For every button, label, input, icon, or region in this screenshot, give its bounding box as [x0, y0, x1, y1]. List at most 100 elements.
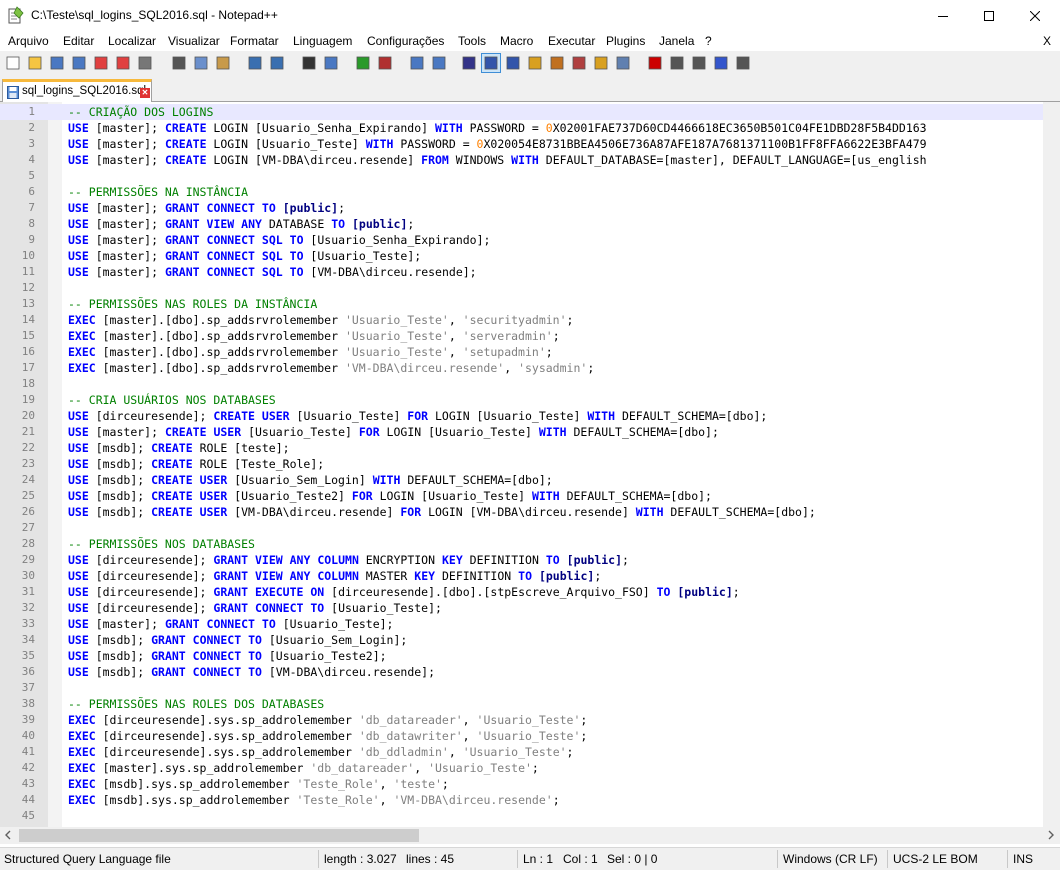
stop-macro-icon[interactable] — [668, 54, 686, 72]
tab-close-icon[interactable]: ✕ — [140, 88, 150, 98]
code-line[interactable]: 21 USE [master]; CREATE USER [Usuario_Tes… — [0, 424, 1060, 440]
zoom-in-icon[interactable] — [354, 54, 372, 72]
code-line[interactable]: 36 USE [msdb]; GRANT CONNECT TO [VM-DBA\d… — [0, 664, 1060, 680]
minimize-button[interactable] — [920, 0, 966, 31]
menu-configuracoes[interactable]: Configurações — [367, 34, 444, 48]
menu-help[interactable]: ? — [705, 34, 712, 48]
indent-guide-icon[interactable] — [504, 54, 522, 72]
code-line[interactable]: 40 EXEC [dirceuresende].sys.sp_addrolemem… — [0, 728, 1060, 744]
menu-linguagem[interactable]: Linguagem — [293, 34, 352, 48]
code-line[interactable]: 10 USE [master]; GRANT CONNECT SQL TO [Us… — [0, 248, 1060, 264]
code-line[interactable]: 18 — [0, 376, 1060, 392]
code-line[interactable]: 13 -- PERMISSÕES NAS ROLES DA INSTÂNCIA — [0, 296, 1060, 312]
monitoring-icon[interactable] — [614, 54, 632, 72]
code-line[interactable]: 4 USE [master]; CREATE LOGIN [VM-DBA\dirc… — [0, 152, 1060, 168]
code-line[interactable]: 14 EXEC [master].[dbo].sp_addsrvrolemembe… — [0, 312, 1060, 328]
code-line[interactable]: 5 — [0, 168, 1060, 184]
scroll-right-icon[interactable] — [1046, 830, 1056, 840]
word-wrap-icon[interactable] — [460, 54, 478, 72]
code-line[interactable]: 15 EXEC [master].[dbo].sp_addsrvrolemembe… — [0, 328, 1060, 344]
code-line[interactable]: 28 -- PERMISSÕES NOS DATABASES — [0, 536, 1060, 552]
paste-icon[interactable] — [214, 54, 232, 72]
code-line[interactable]: 29 USE [dirceuresende]; GRANT VIEW ANY CO… — [0, 552, 1060, 568]
replace-icon[interactable] — [322, 54, 340, 72]
vertical-scroll-area[interactable] — [1043, 102, 1060, 827]
save-macro-icon[interactable] — [734, 54, 752, 72]
code-line[interactable]: 44 EXEC [msdb].sys.sp_addrolemember 'Test… — [0, 792, 1060, 808]
horizontal-scrollbar[interactable] — [0, 827, 1060, 844]
scroll-left-icon[interactable] — [3, 830, 13, 840]
code-line[interactable]: 34 USE [msdb]; GRANT CONNECT TO [Usuario_… — [0, 632, 1060, 648]
code-line[interactable]: 33 USE [master]; GRANT CONNECT TO [Usuari… — [0, 616, 1060, 632]
code-line[interactable]: 12 — [0, 280, 1060, 296]
code-line[interactable]: 41 EXEC [dirceuresende].sys.sp_addrolemem… — [0, 744, 1060, 760]
cut-icon[interactable] — [170, 54, 188, 72]
menu-editar[interactable]: Editar — [63, 34, 94, 48]
horizontal-scroll-thumb[interactable] — [19, 829, 419, 842]
code-line[interactable]: 43 EXEC [msdb].sys.sp_addrolemember 'Test… — [0, 776, 1060, 792]
code-line[interactable]: 1 -- CRIAÇÃO DOS LOGINS — [0, 104, 1060, 120]
code-line[interactable]: 9 USE [master]; GRANT CONNECT SQL TO [Usu… — [0, 232, 1060, 248]
code-line[interactable]: 8 USE [master]; GRANT VIEW ANY DATABASE T… — [0, 216, 1060, 232]
code-line[interactable]: 37 — [0, 680, 1060, 696]
new-file-icon[interactable] — [4, 54, 22, 72]
code-line[interactable]: 16 EXEC [master].[dbo].sp_addsrvrolemembe… — [0, 344, 1060, 360]
menu-arquivo[interactable]: Arquivo — [8, 34, 49, 48]
code-line[interactable]: 19 -- CRIA USUÁRIOS NOS DATABASES — [0, 392, 1060, 408]
show-all-chars-icon[interactable] — [481, 53, 501, 73]
zoom-out-icon[interactable] — [376, 54, 394, 72]
open-file-icon[interactable] — [26, 54, 44, 72]
code-line[interactable]: 22 USE [msdb]; CREATE ROLE [teste]; — [0, 440, 1060, 456]
close-icon[interactable] — [92, 54, 110, 72]
folder-workspace-icon[interactable] — [592, 54, 610, 72]
status-eol[interactable]: Windows (CR LF) — [783, 852, 878, 866]
code-line[interactable]: 7 USE [master]; GRANT CONNECT TO [public]… — [0, 200, 1060, 216]
code-line[interactable]: 27 — [0, 520, 1060, 536]
sync-horizontal-icon[interactable] — [430, 54, 448, 72]
code-line[interactable]: 23 USE [msdb]; CREATE ROLE [Teste_Role]; — [0, 456, 1060, 472]
redo-icon[interactable] — [268, 54, 286, 72]
code-line[interactable]: 24 USE [msdb]; CREATE USER [Usuario_Sem_L… — [0, 472, 1060, 488]
close-all-icon[interactable] — [114, 54, 132, 72]
code-line[interactable]: 38 -- PERMISSÕES NAS ROLES DOS DATABASES — [0, 696, 1060, 712]
editor[interactable]: 1 -- CRIAÇÃO DOS LOGINS 2 USE [master]; CRE… — [0, 102, 1060, 827]
record-macro-icon[interactable] — [646, 54, 664, 72]
code-line[interactable]: 30 USE [dirceuresende]; GRANT VIEW ANY CO… — [0, 568, 1060, 584]
menu-visualizar[interactable]: Visualizar — [168, 34, 220, 48]
code-line[interactable]: 26 USE [msdb]; CREATE USER [VM-DBA\dirceu… — [0, 504, 1060, 520]
code-line[interactable]: 2 USE [master]; CREATE LOGIN [Usuario_Sen… — [0, 120, 1060, 136]
close-button[interactable] — [1012, 0, 1058, 31]
code-line[interactable]: 11 USE [master]; GRANT CONNECT SQL TO [VM… — [0, 264, 1060, 280]
code-line[interactable]: 42 EXEC [master].sys.sp_addrolemember 'db… — [0, 760, 1060, 776]
udl-icon[interactable] — [570, 54, 588, 72]
menu-executar[interactable]: Executar — [548, 34, 595, 48]
code-line[interactable]: 31 USE [dirceuresende]; GRANT EXECUTE ON … — [0, 584, 1060, 600]
tab-sql-logins[interactable]: sql_logins_SQL2016.sql ✕ — [2, 79, 152, 103]
sync-vertical-icon[interactable] — [408, 54, 426, 72]
run-macro-multiple-icon[interactable] — [712, 54, 730, 72]
save-all-icon[interactable] — [70, 54, 88, 72]
status-encoding[interactable]: UCS-2 LE BOM — [893, 852, 978, 866]
code-line[interactable]: 32 USE [dirceuresende]; GRANT CONNECT TO … — [0, 600, 1060, 616]
code-line[interactable]: 25 USE [msdb]; CREATE USER [Usuario_Teste… — [0, 488, 1060, 504]
doc-map-icon[interactable] — [526, 54, 544, 72]
code-line[interactable]: 20 USE [dirceuresende]; CREATE USER [Usua… — [0, 408, 1060, 424]
menu-macro[interactable]: Macro — [500, 34, 533, 48]
code-line[interactable]: 6 -- PERMISSÕES NA INSTÂNCIA — [0, 184, 1060, 200]
save-icon[interactable] — [48, 54, 66, 72]
maximize-button[interactable] — [966, 0, 1012, 31]
undo-icon[interactable] — [246, 54, 264, 72]
menu-janela[interactable]: Janela — [659, 34, 694, 48]
menu-tools[interactable]: Tools — [458, 34, 486, 48]
play-macro-icon[interactable] — [690, 54, 708, 72]
print-icon[interactable] — [136, 54, 154, 72]
code-line[interactable]: 17 EXEC [master].[dbo].sp_addsrvrolemembe… — [0, 360, 1060, 376]
code-line[interactable]: 35 USE [msdb]; GRANT CONNECT TO [Usuario_… — [0, 648, 1060, 664]
code-line[interactable]: 45 — [0, 808, 1060, 824]
code-line[interactable]: 3 USE [master]; CREATE LOGIN [Usuario_Tes… — [0, 136, 1060, 152]
code-line[interactable]: 39 EXEC [dirceuresende].sys.sp_addrolemem… — [0, 712, 1060, 728]
menu-plugins[interactable]: Plugins — [606, 34, 645, 48]
menu-formatar[interactable]: Formatar — [230, 34, 279, 48]
find-icon[interactable] — [300, 54, 318, 72]
menu-localizar[interactable]: Localizar — [108, 34, 156, 48]
